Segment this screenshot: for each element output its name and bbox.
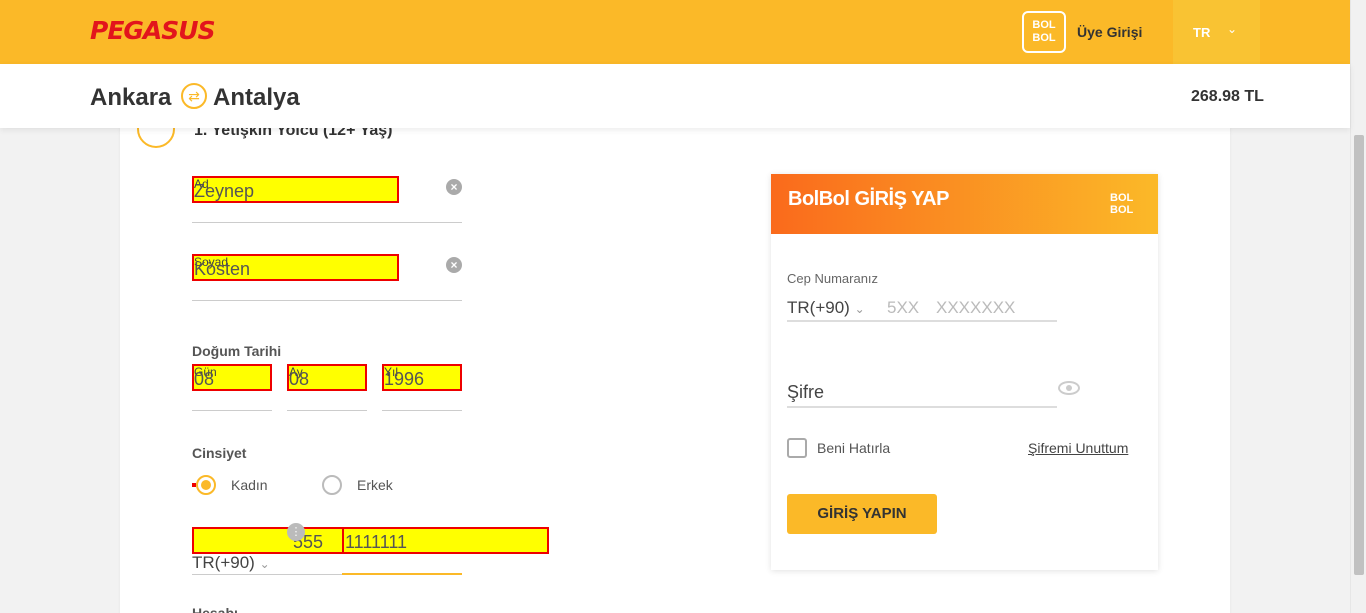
- eye-icon[interactable]: [1058, 381, 1080, 395]
- bolbol-number-input[interactable]: XXXXXXX: [936, 298, 1015, 318]
- member-login-link[interactable]: Üye Girişi: [1077, 24, 1142, 40]
- phone-country-underline: [192, 574, 342, 575]
- bolbol-panel-title: BolBol GİRİŞ YAP: [788, 188, 949, 210]
- birth-date-label: Doğum Tarihi: [192, 343, 282, 359]
- phone-country-select[interactable]: TR(+90) ⌄: [192, 553, 270, 573]
- route-summary-bar: Ankara ⇄ Antalya 268.98 TL: [0, 64, 1350, 128]
- scrollbar-thumb[interactable]: [1354, 135, 1364, 575]
- phone-number-field[interactable]: 1111111: [342, 527, 549, 554]
- chevron-down-icon: ⌄: [1227, 22, 1238, 36]
- bolbol-logo-icon: BOL BOL: [1110, 192, 1134, 216]
- clear-last-name-icon[interactable]: ×: [446, 257, 462, 273]
- birth-month-underline: [287, 410, 367, 411]
- bolbol-logo-icon[interactable]: BOL BOL: [1022, 11, 1066, 53]
- gender-male-label[interactable]: Erkek: [357, 477, 393, 493]
- last-name-underline: [192, 300, 462, 301]
- page-scrollbar[interactable]: [1350, 0, 1366, 613]
- bolbol-login-panel: BolBol GİRİŞ YAP BOL BOL Cep Numaranız TR…: [771, 174, 1158, 570]
- route-origin: Ankara: [90, 84, 172, 111]
- phone-country-label: TR(+90): [192, 553, 255, 572]
- pegasus-logo[interactable]: PEGASUS: [90, 16, 216, 45]
- bolbol-area-input[interactable]: 5XX: [887, 298, 919, 318]
- gender-female-label[interactable]: Kadın: [231, 477, 268, 493]
- swap-arrows-icon: ⇄: [181, 83, 207, 109]
- info-icon[interactable]: ⋮: [287, 523, 305, 541]
- route-destination: Antalya: [213, 84, 300, 111]
- first-name-underline: [192, 222, 462, 223]
- phone-area-field[interactable]: 555: [192, 527, 344, 554]
- birth-day-value: 08: [194, 369, 215, 389]
- language-selector[interactable]: TR ⌄: [1173, 0, 1260, 64]
- bolbol-country-select[interactable]: TR(+90) ⌄: [787, 298, 865, 318]
- next-section-label: Hesabı: [192, 605, 238, 613]
- birth-day-underline: [192, 410, 272, 411]
- birth-day-field[interactable]: Gün 08: [192, 364, 272, 391]
- bolbol-country-label: TR(+90): [787, 298, 850, 317]
- gender-label: Cinsiyet: [192, 445, 247, 461]
- clear-first-name-icon[interactable]: ×: [446, 179, 462, 195]
- forgot-password-link[interactable]: Şifremi Unuttum: [1028, 440, 1128, 456]
- last-name-field[interactable]: Soyad Kösten: [192, 254, 399, 281]
- total-price: 268.98 TL: [1191, 88, 1264, 105]
- top-navbar: PEGASUS BOL BOL Üye Girişi TR ⌄: [0, 0, 1350, 64]
- chevron-down-icon: ⌄: [259, 557, 270, 571]
- birth-month-field[interactable]: Ay 08: [287, 364, 367, 391]
- gender-female-radio[interactable]: [196, 475, 216, 495]
- bolbol-phone-underline: [787, 320, 1057, 322]
- last-name-value: Kösten: [194, 259, 251, 279]
- first-name-value: Zeynep: [194, 181, 255, 201]
- remember-me-checkbox[interactable]: [787, 438, 807, 458]
- language-label: TR: [1193, 25, 1211, 40]
- chevron-down-icon: ⌄: [854, 302, 865, 316]
- first-name-field[interactable]: Ad Zeynep: [192, 176, 399, 203]
- bolbol-password-underline: [787, 406, 1057, 408]
- bolbol-phone-label: Cep Numaranız: [787, 271, 879, 286]
- bolbol-password-input[interactable]: Şifre: [787, 382, 824, 403]
- remember-me-label[interactable]: Beni Hatırla: [817, 440, 890, 456]
- birth-year-underline: [382, 410, 462, 411]
- gender-male-radio[interactable]: [322, 475, 342, 495]
- phone-number-underline: [342, 573, 462, 575]
- login-button[interactable]: GİRİŞ YAPIN: [787, 494, 937, 534]
- birth-year-field[interactable]: Yıl 1996: [382, 364, 462, 391]
- birth-year-value: 1996: [384, 369, 425, 389]
- birth-month-value: 08: [289, 369, 310, 389]
- bolbol-panel-header: BolBol GİRİŞ YAP BOL BOL: [771, 174, 1158, 234]
- phone-number-value: 1111111: [345, 532, 408, 552]
